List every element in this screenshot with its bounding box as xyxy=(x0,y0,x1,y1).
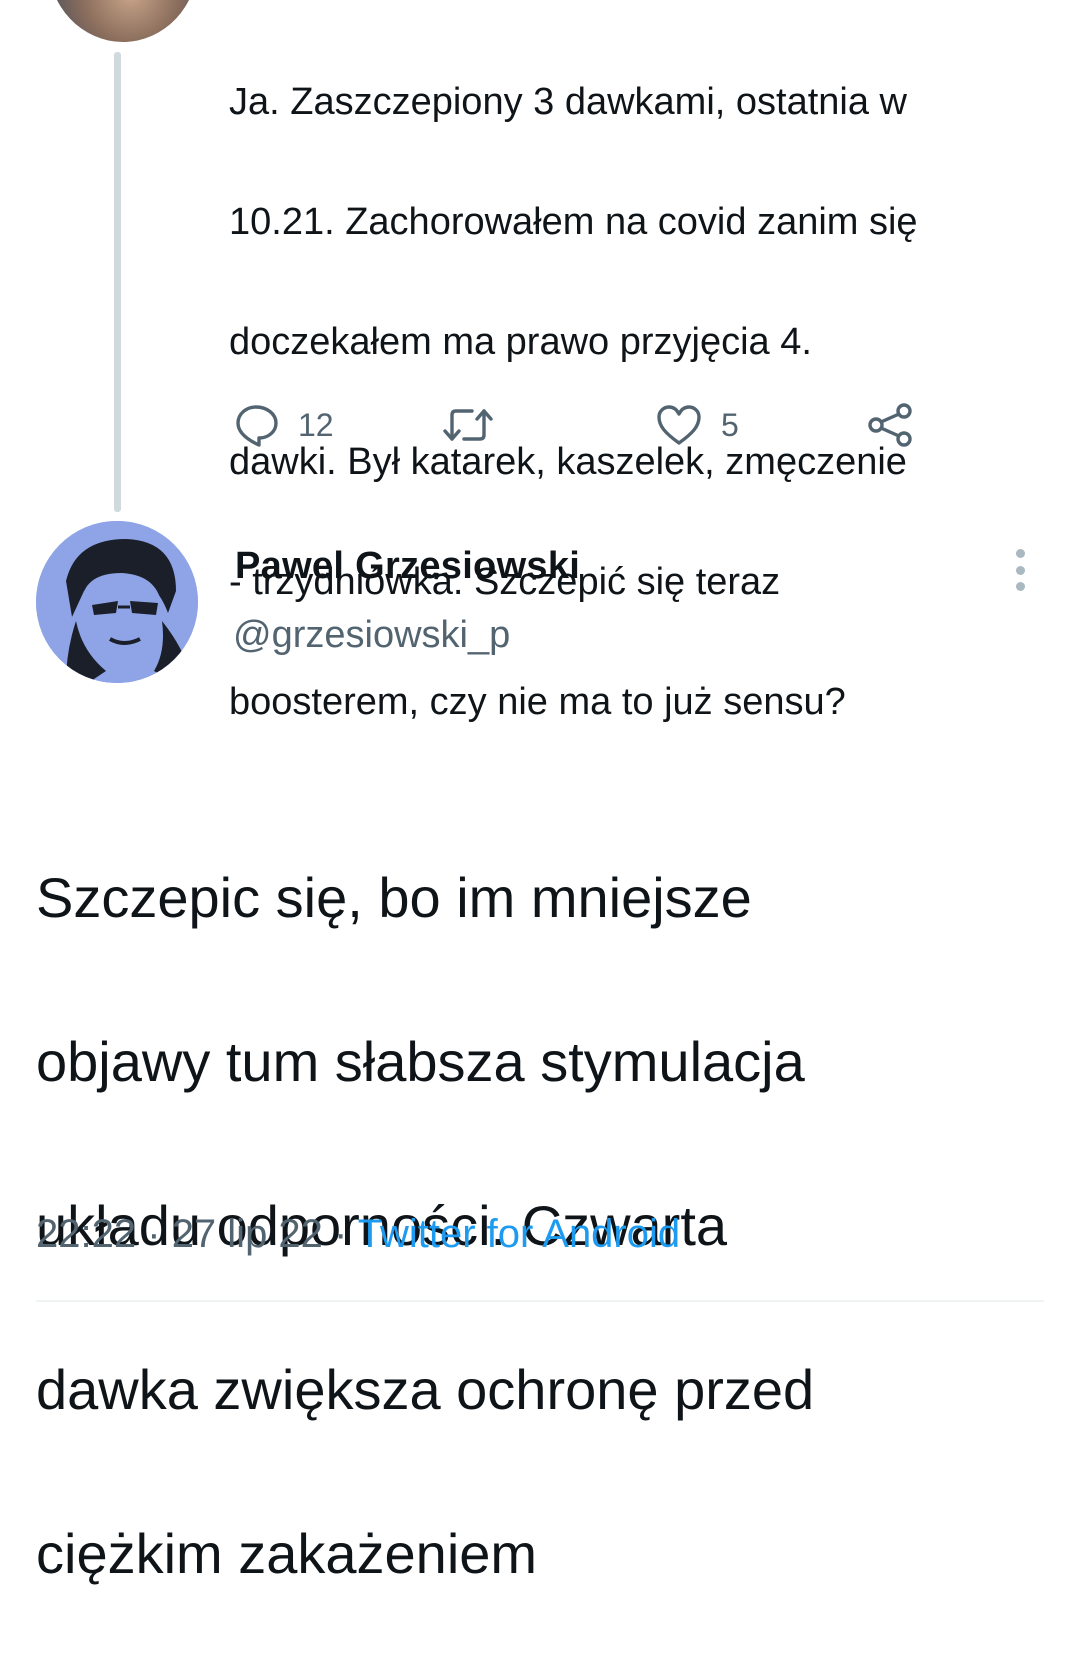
reply-button[interactable]: 12 xyxy=(234,400,334,450)
tweet-text-line: dawka zwiększa ochronę przed xyxy=(36,1358,815,1421)
parent-text-line: boosterem, czy nie ma to już sensu? xyxy=(229,681,846,723)
tweet-text-line: Szczepic się, bo im mniejsze xyxy=(36,866,752,929)
reply-count: 12 xyxy=(298,406,334,443)
parent-tweet-text: Ja. Zaszczepiony 3 dawkami, ostatnia w 1… xyxy=(229,12,1039,792)
like-count: 5 xyxy=(721,406,739,443)
thread-connector-line xyxy=(114,52,121,512)
parent-text-line: 10.21. Zachorowałem na covid zanim się xyxy=(229,201,918,243)
share-icon xyxy=(866,401,916,449)
share-button[interactable] xyxy=(866,400,916,450)
parent-text-line: doczekałem ma prawo przyjęcia 4. xyxy=(229,321,812,363)
heart-icon xyxy=(655,403,703,447)
more-vertical-icon xyxy=(1015,549,1025,558)
meta-separator: · xyxy=(334,1212,348,1256)
more-options-button[interactable] xyxy=(1005,545,1035,595)
retweet-button[interactable] xyxy=(440,400,514,450)
like-button[interactable]: 5 xyxy=(655,400,739,450)
tweet-time[interactable]: 22:22 xyxy=(36,1212,136,1256)
author-name[interactable]: Pawel Grzesiowski xyxy=(235,545,580,588)
tweet-metadata: 22:22 · 27 lip 22 · Twitter for Android xyxy=(36,1212,680,1257)
parent-text-line: dawki. Był katarek, kaszelek, zmęczenie xyxy=(229,441,907,483)
tweet-text-line: ciężkim zakażeniem xyxy=(36,1522,538,1585)
divider xyxy=(36,1300,1044,1302)
author-avatar[interactable] xyxy=(36,521,198,683)
parent-text-line: Ja. Zaszczepiony 3 dawkami, ostatnia w xyxy=(229,81,907,123)
tweet-text-line: objawy tum słabsza stymulacja xyxy=(36,1030,805,1093)
retweet-icon xyxy=(440,403,496,447)
parent-avatar[interactable] xyxy=(48,0,198,42)
tweet-source-link[interactable]: Twitter for Android xyxy=(358,1212,680,1256)
author-handle[interactable]: @grzesiowski_p xyxy=(233,614,510,657)
meta-separator: · xyxy=(147,1212,161,1256)
tweet-date[interactable]: 27 lip 22 xyxy=(172,1212,323,1256)
reply-icon xyxy=(234,403,280,447)
